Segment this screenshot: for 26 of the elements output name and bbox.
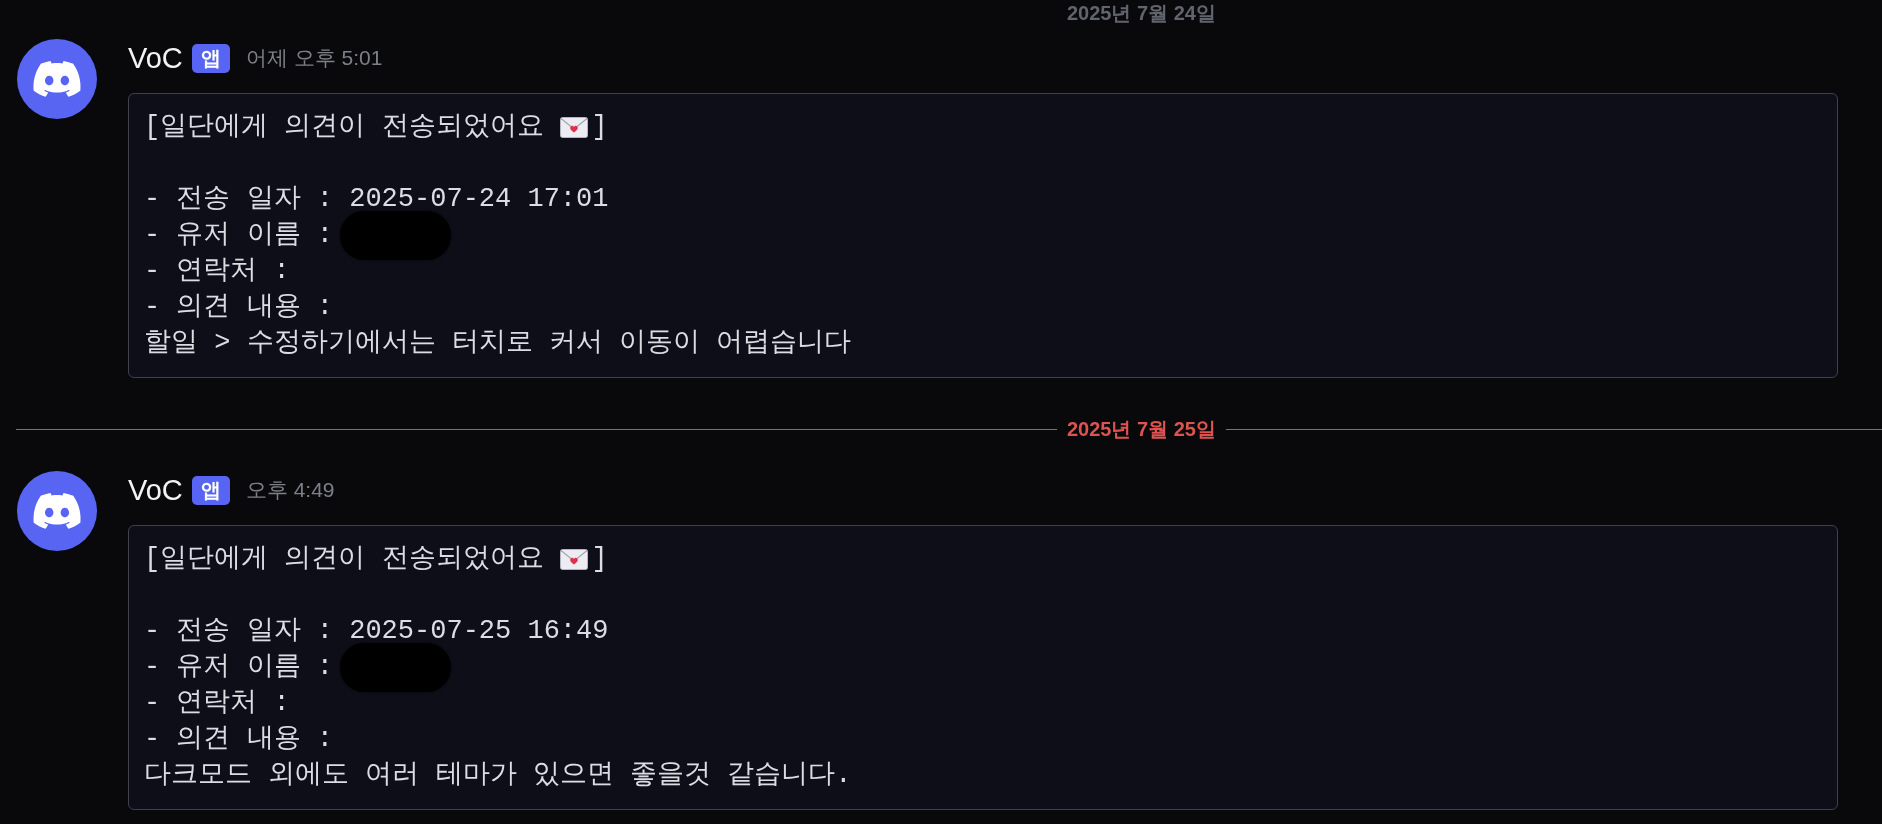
code-line: - 의견 내용 : <box>144 291 333 324</box>
code-line: - 연락처 : <box>144 687 290 720</box>
app-badge: 앱 <box>191 43 230 73</box>
closing-bracket: ] <box>591 111 608 144</box>
author-name[interactable]: VoC <box>128 41 183 75</box>
message-timestamp: 어제 오후 5:01 <box>245 45 383 71</box>
code-line: - 의견 내용 : <box>144 723 333 756</box>
avatar-icon[interactable] <box>17 471 97 551</box>
author-name[interactable]: VoC <box>128 473 183 507</box>
date-divider-label: 2025년 7월 25일 <box>1067 417 1216 442</box>
message-timestamp: 오후 4:49 <box>245 477 335 503</box>
code-line: - 전송 일자 : 2025-07-24 17:01 <box>144 183 609 216</box>
code-line: - 유저 이름 : <box>144 219 333 252</box>
code-line: - 전송 일자 : 2025-07-25 16:49 <box>144 615 609 648</box>
love-letter-icon <box>559 116 588 138</box>
app-badge: 앱 <box>191 475 230 505</box>
love-letter-icon <box>559 548 588 570</box>
code-line: - 연락처 : <box>144 255 290 288</box>
date-divider-label: 2025년 7월 24일 <box>1067 1 1216 26</box>
code-line: [일단에게 의견이 전송되었어요 <box>144 111 544 144</box>
avatar-icon[interactable] <box>17 39 97 119</box>
code-line: 할일 > 수정하기에서는 터치로 커서 이동이 어렵습니다 <box>144 327 852 360</box>
code-line: 다크모드 외에도 여러 테마가 있으면 좋을것 같습니다. <box>144 759 852 792</box>
code-line: [일단에게 의견이 전송되었어요 <box>144 543 544 576</box>
code-line: - 유저 이름 : <box>144 651 333 684</box>
closing-bracket: ] <box>591 543 608 576</box>
